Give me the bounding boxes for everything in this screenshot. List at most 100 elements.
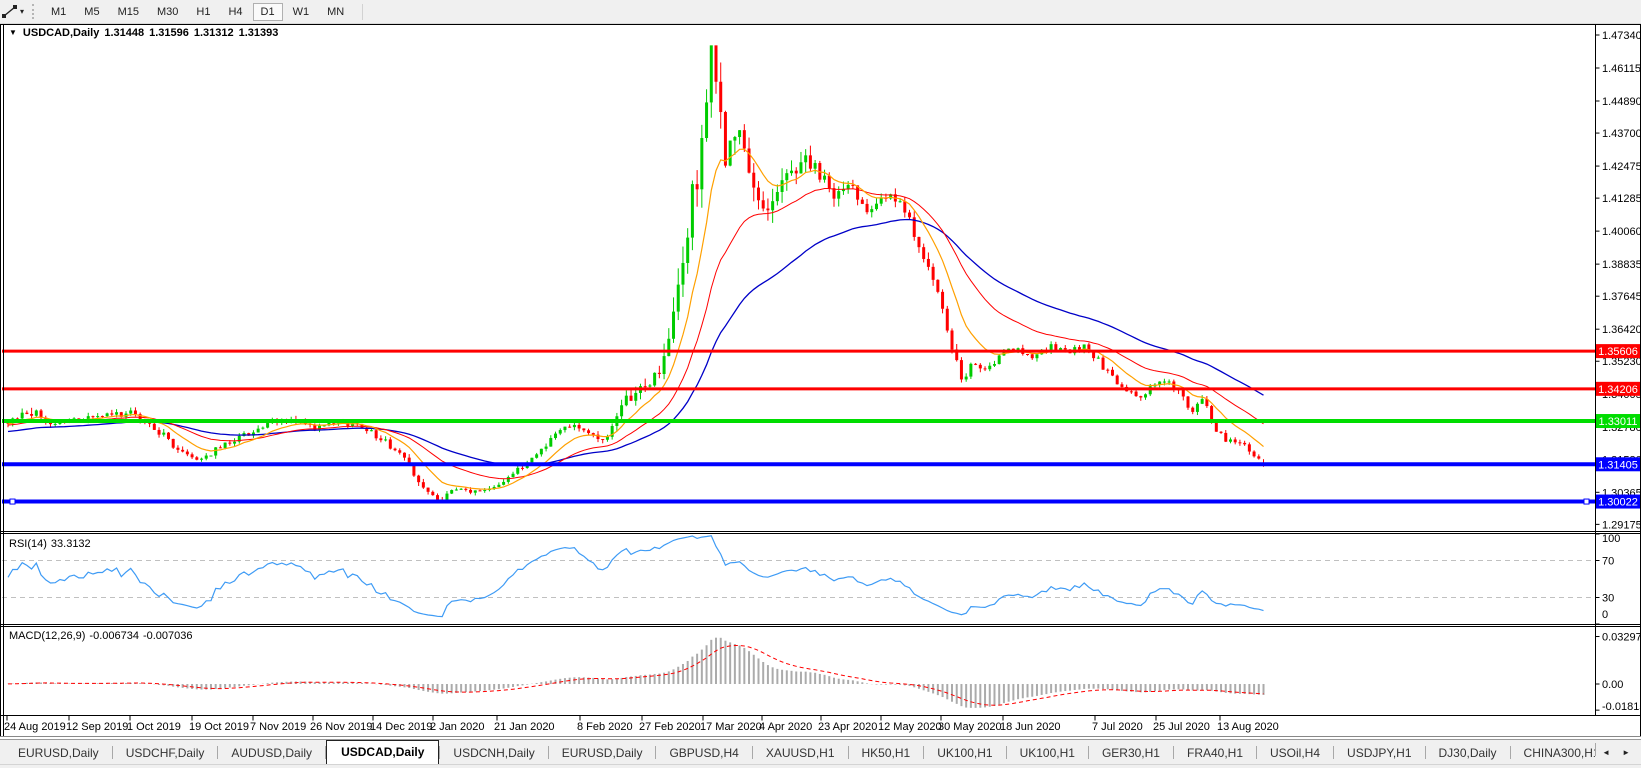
date-tick-label: 14 Dec 2019	[370, 721, 432, 733]
date-tick-label: 19 Oct 2019	[189, 721, 249, 733]
ohlc-high: 1.31596	[149, 27, 189, 39]
tab-usdcad-daily[interactable]: USDCAD,Daily	[326, 740, 439, 765]
macd-label: MACD(12,26,9) -0.006734 -0.007036	[9, 630, 197, 642]
toolbar-separator	[362, 4, 363, 20]
price-tick-label: 1.40060	[1602, 226, 1641, 238]
date-tick-label: 1 Oct 2019	[127, 721, 181, 733]
date-tick-label: 13 Aug 2020	[1217, 721, 1279, 733]
rsi-name: RSI(14)	[9, 538, 47, 550]
chart-title: ▼ USDCAD,Daily 1.31448 1.31596 1.31312 1.3139…	[9, 27, 278, 39]
toolbar-grip-handle[interactable]	[32, 4, 34, 19]
price-badge-text: 1.33011	[1599, 416, 1638, 428]
date-tick-label: 12 May 2020	[878, 721, 942, 733]
tab-eurusd-daily[interactable]: EURUSD,Daily	[5, 742, 112, 765]
date-tick-label: 8 Feb 2020	[577, 721, 633, 733]
tab-dj30-daily[interactable]: DJ30,Daily	[1426, 742, 1510, 765]
date-tick-label: 30 May 2020	[938, 721, 1002, 733]
chart-window-background	[0, 24, 1641, 736]
bottom-strip	[0, 764, 1641, 768]
date-tick-label: 21 Jan 2020	[494, 721, 555, 733]
price-tick-label: 1.43700	[1602, 128, 1641, 140]
date-tick-label: 7 Jul 2020	[1092, 721, 1143, 733]
date-tick-label: 2 Jan 2020	[430, 721, 484, 733]
tab-eurusd-daily[interactable]: EURUSD,Daily	[549, 742, 656, 765]
rsi-tick-label: 100	[1602, 533, 1620, 545]
tab-usdchf-daily[interactable]: USDCHF,Daily	[113, 742, 218, 765]
rsi-tick-label: 0	[1602, 609, 1608, 621]
price-badge-text: 1.30022	[1598, 497, 1638, 509]
tab-ger30-h1[interactable]: GER30,H1	[1089, 742, 1173, 765]
tab-uk100-h1[interactable]: UK100,H1	[924, 742, 1005, 765]
date-tick-label: 18 Jun 2020	[1000, 721, 1061, 733]
rsi-label: RSI(14) 33.3132	[9, 538, 95, 550]
date-tick-label: 25 Jul 2020	[1153, 721, 1210, 733]
ohlc-open: 1.31448	[104, 27, 144, 39]
ohlc-low: 1.31312	[194, 27, 234, 39]
rsi-tick-label: 30	[1602, 593, 1614, 605]
timeframe-button-h4[interactable]: H4	[220, 3, 250, 21]
timeframe-button-w1[interactable]: W1	[285, 3, 318, 21]
rsi-value: 33.3132	[51, 538, 91, 550]
rsi-tick-label: 70	[1602, 556, 1614, 568]
price-tick-label: 1.41285	[1602, 193, 1641, 205]
date-tick-label: 4 Apr 2020	[759, 721, 812, 733]
tab-china300-h1[interactable]: CHINA300,H1	[1511, 742, 1596, 765]
price-tick-label: 1.47340	[1602, 30, 1641, 42]
macd-signal-value: -0.007036	[143, 630, 193, 642]
ohlc-close: 1.31393	[239, 27, 279, 39]
chart-tabs: EURUSD,DailyUSDCHF,DailyAUDUSD,DailyUSDC…	[0, 740, 1595, 765]
dropdown-caret-icon: ▾	[20, 7, 24, 16]
timeframe-button-mn[interactable]: MN	[319, 3, 352, 21]
line-tool-icon	[1, 4, 19, 19]
chart-canvas[interactable]: 1.47340 1.46115 1.44890 1.43700 1.42475 1.412…	[0, 0, 1641, 768]
timeframe-button-h1[interactable]: H1	[188, 3, 218, 21]
price-tick-label: 1.46115	[1602, 63, 1641, 75]
level-handle-left[interactable]	[10, 499, 15, 504]
timeframe-buttons: M1M5M15M30H1H4D1W1MN	[42, 3, 353, 21]
timeframe-button-d1[interactable]: D1	[253, 3, 283, 21]
date-tick-label: 7 Nov 2019	[250, 721, 306, 733]
macd-value: -0.006734	[89, 630, 139, 642]
price-tick-label: 1.37645	[1602, 291, 1641, 303]
date-tick-label: 24 Aug 2019	[4, 721, 66, 733]
tab-usoil-h4[interactable]: USOil,H4	[1257, 742, 1333, 765]
tab-scroll-right-icon[interactable]: ►	[1616, 743, 1636, 762]
macd-tick-label: -0.018154	[1602, 701, 1641, 713]
price-badge-text: 1.35606	[1598, 346, 1638, 358]
timeframe-button-m30[interactable]: M30	[149, 3, 186, 21]
price-badge-text: 1.31405	[1598, 459, 1638, 471]
tab-xauusd-h1[interactable]: XAUUSD,H1	[753, 742, 848, 765]
price-tick-label: 1.44890	[1602, 96, 1641, 108]
tab-scroll-left-icon[interactable]: ◄	[1596, 743, 1616, 762]
date-tick-label: 17 Mar 2020	[700, 721, 762, 733]
timeframe-button-m1[interactable]: M1	[43, 3, 74, 21]
tab-audusd-daily[interactable]: AUDUSD,Daily	[218, 742, 325, 765]
collapse-triangle-icon[interactable]: ▼	[9, 28, 17, 37]
tab-usdcnh-daily[interactable]: USDCNH,Daily	[440, 742, 547, 765]
tab-uk100-h1[interactable]: UK100,H1	[1007, 742, 1088, 765]
tab-hk50-h1[interactable]: HK50,H1	[849, 742, 924, 765]
timeframe-button-m15[interactable]: M15	[110, 3, 147, 21]
macd-tick-label: 0.00	[1602, 679, 1623, 691]
chart-symbol-label: USDCAD,Daily	[23, 27, 99, 39]
chart-tabs-bar: EURUSD,DailyUSDCHF,DailyAUDUSD,DailyUSDC…	[0, 739, 1641, 765]
tab-gbpusd-h4[interactable]: GBPUSD,H4	[656, 742, 751, 765]
timeframe-button-m5[interactable]: M5	[76, 3, 107, 21]
macd-name: MACD(12,26,9)	[9, 630, 85, 642]
date-tick-label: 26 Nov 2019	[310, 721, 372, 733]
app-window: ▾ M1M5M15M30H1H4D1W1MN 1.473401.461151.4…	[0, 0, 1641, 768]
date-tick-label: 12 Sep 2019	[66, 721, 128, 733]
line-studies-button[interactable]: ▾	[0, 2, 26, 21]
date-tick-label: 23 Apr 2020	[818, 721, 877, 733]
tab-fra40-h1[interactable]: FRA40,H1	[1174, 742, 1256, 765]
tab-usdjpy-h1[interactable]: USDJPY,H1	[1334, 742, 1424, 765]
price-tick-label: 1.42475	[1602, 161, 1641, 173]
timeframe-toolbar: ▾ M1M5M15M30H1H4D1W1MN	[0, 0, 1641, 24]
price-badge-text: 1.34206	[1598, 384, 1638, 396]
price-tick-label: 1.36420	[1602, 324, 1641, 336]
tab-scroll-controls: ◄ ►	[1595, 740, 1641, 765]
date-tick-label: 27 Feb 2020	[639, 721, 701, 733]
price-tick-label: 1.38835	[1602, 259, 1641, 271]
price-tick-label: 1.29175	[1602, 519, 1641, 531]
level-handle-right[interactable]	[1584, 499, 1589, 504]
